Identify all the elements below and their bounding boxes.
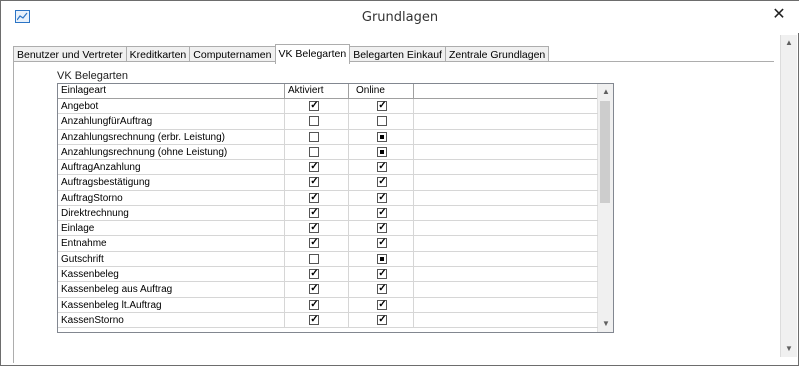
scroll-up-arrow[interactable]: ▲ bbox=[598, 84, 613, 100]
table-row[interactable]: KassenStorno bbox=[58, 312, 598, 329]
aktiviert-checkbox[interactable] bbox=[309, 314, 319, 325]
table-row[interactable]: Einlage bbox=[58, 221, 598, 237]
einlageart-cell: KassenStorno bbox=[61, 314, 124, 326]
table-row[interactable]: Kassenbeleg bbox=[58, 266, 598, 283]
scroll-down-arrow[interactable]: ▼ bbox=[598, 316, 613, 332]
online-checkbox[interactable] bbox=[377, 116, 387, 127]
aktiviert-checkbox[interactable] bbox=[309, 192, 319, 203]
dialog-body: Benutzer und Vertreter Kreditkarten Comput… bbox=[7, 33, 793, 364]
online-checkbox[interactable] bbox=[377, 314, 387, 325]
dialog-scrollbar[interactable]: ▲ ▼ bbox=[780, 35, 797, 357]
einlageart-cell: Direktrechnung bbox=[61, 207, 129, 219]
einlageart-cell: AuftragStorno bbox=[61, 192, 123, 204]
online-checkbox[interactable] bbox=[377, 207, 387, 218]
table-row[interactable]: AuftragStorno bbox=[58, 190, 598, 206]
grid-scrollbar[interactable]: ▲ ▼ bbox=[597, 84, 613, 332]
tab-strip: Benutzer und Vertreter Kreditkarten Comput… bbox=[13, 43, 550, 64]
einlageart-cell: Einlage bbox=[61, 223, 95, 235]
einlageart-cell: Entnahme bbox=[61, 238, 107, 250]
einlageart-cell: Auftragsbestätigung bbox=[61, 177, 150, 189]
close-button[interactable]: ✕ bbox=[769, 5, 789, 25]
grid-header: Einlageart Aktiviert Online bbox=[58, 84, 598, 99]
tab-vk-belegarten[interactable]: VK Belegarten bbox=[274, 44, 351, 64]
dialog-scroll-down-arrow[interactable]: ▼ bbox=[781, 341, 797, 357]
aktiviert-checkbox[interactable] bbox=[309, 268, 319, 279]
aktiviert-checkbox[interactable] bbox=[309, 238, 319, 249]
table-row[interactable]: AuftragAnzahlung bbox=[58, 160, 598, 176]
aktiviert-checkbox[interactable] bbox=[309, 177, 319, 188]
column-header-einlageart[interactable]: Einlageart bbox=[61, 84, 106, 98]
online-checkbox[interactable] bbox=[377, 253, 387, 264]
table-row[interactable]: Anzahlungsrechnung (ohne Leistung) bbox=[58, 144, 598, 161]
online-checkbox[interactable] bbox=[377, 146, 387, 157]
table-row[interactable]: Direktrechnung bbox=[58, 205, 598, 222]
einlageart-cell: AnzahlungfürAuftrag bbox=[61, 116, 153, 128]
dialog-scroll-up-arrow[interactable]: ▲ bbox=[781, 35, 797, 51]
grid-scrollbar-thumb[interactable] bbox=[600, 101, 610, 203]
title-bar: Grundlagen ✕ bbox=[1, 1, 799, 33]
aktiviert-checkbox[interactable] bbox=[309, 146, 319, 157]
aktiviert-checkbox[interactable] bbox=[309, 299, 319, 310]
column-header-aktiviert[interactable]: Aktiviert bbox=[288, 84, 324, 98]
online-checkbox[interactable] bbox=[377, 299, 387, 310]
aktiviert-checkbox[interactable] bbox=[309, 162, 319, 173]
einlageart-cell: Kassenbeleg lt.Auftrag bbox=[61, 299, 162, 311]
aktiviert-checkbox[interactable] bbox=[309, 101, 319, 111]
aktiviert-checkbox[interactable] bbox=[309, 253, 319, 264]
table-row[interactable]: Auftragsbestätigung bbox=[58, 175, 598, 191]
table-row[interactable]: AnzahlungfürAuftrag bbox=[58, 114, 598, 130]
column-header-online[interactable]: Online bbox=[356, 84, 385, 98]
online-checkbox[interactable] bbox=[377, 268, 387, 279]
aktiviert-checkbox[interactable] bbox=[309, 207, 319, 218]
dialog-window: Grundlagen ✕ Benutzer und Vertreter Kredi… bbox=[0, 0, 799, 366]
table-row[interactable]: Angebot bbox=[58, 99, 598, 115]
online-checkbox[interactable] bbox=[377, 223, 387, 234]
group-label: VK Belegarten bbox=[57, 70, 128, 82]
einlageart-cell: Angebot bbox=[61, 101, 99, 112]
online-checkbox[interactable] bbox=[377, 284, 387, 295]
table-row[interactable]: Entnahme bbox=[58, 236, 598, 252]
aktiviert-checkbox[interactable] bbox=[309, 223, 319, 234]
einlageart-cell: Anzahlungsrechnung (erbr. Leistung) bbox=[61, 131, 225, 143]
aktiviert-checkbox[interactable] bbox=[309, 131, 319, 142]
einlageart-cell: Kassenbeleg bbox=[61, 268, 119, 280]
table-row[interactable]: Kassenbeleg aus Auftrag bbox=[58, 282, 598, 298]
einlageart-cell: Gutschrift bbox=[61, 253, 104, 265]
online-checkbox[interactable] bbox=[377, 131, 387, 142]
table-row[interactable]: Anzahlungsrechnung (erbr. Leistung) bbox=[58, 129, 598, 145]
window-title: Grundlagen bbox=[361, 10, 439, 25]
online-checkbox[interactable] bbox=[377, 101, 387, 111]
online-checkbox[interactable] bbox=[377, 192, 387, 203]
belegarten-grid: Einlageart Aktiviert Online ▲ ▼ Angebot A… bbox=[57, 83, 614, 333]
einlageart-cell: AuftragAnzahlung bbox=[61, 162, 141, 174]
online-checkbox[interactable] bbox=[377, 177, 387, 188]
online-checkbox[interactable] bbox=[377, 238, 387, 249]
einlageart-cell: Kassenbeleg aus Auftrag bbox=[61, 284, 173, 296]
table-row[interactable]: Gutschrift bbox=[58, 251, 598, 267]
aktiviert-checkbox[interactable] bbox=[309, 284, 319, 295]
aktiviert-checkbox[interactable] bbox=[309, 116, 319, 127]
einlageart-cell: Anzahlungsrechnung (ohne Leistung) bbox=[61, 146, 228, 158]
online-checkbox[interactable] bbox=[377, 162, 387, 173]
table-row[interactable]: Kassenbeleg lt.Auftrag bbox=[58, 297, 598, 313]
